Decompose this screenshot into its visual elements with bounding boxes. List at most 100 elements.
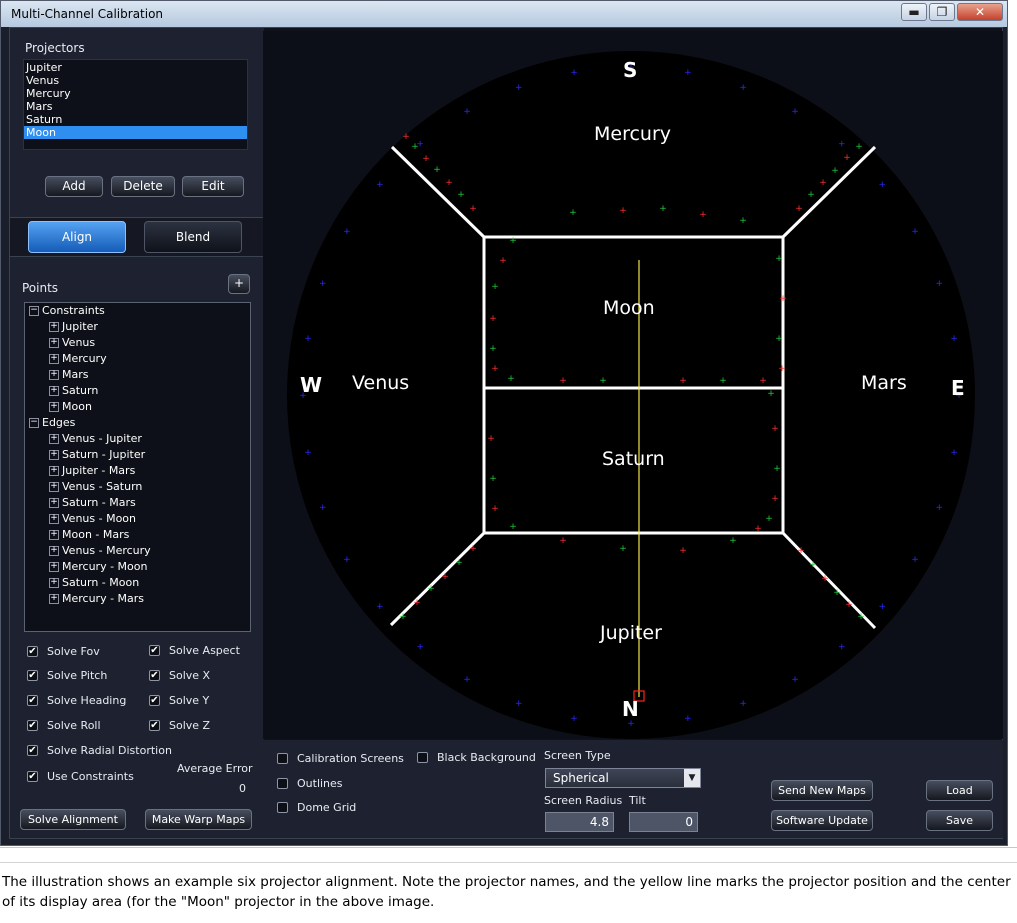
load-button[interactable]: Load — [926, 780, 993, 801]
expand-icon[interactable]: + — [49, 450, 59, 460]
close-icon[interactable]: ✕ — [957, 3, 1003, 21]
solve-fov-checkbox[interactable]: ✔ — [27, 646, 38, 657]
tree-item[interactable]: + Jupiter — [49, 319, 98, 334]
tree-item-label: Venus — [62, 336, 96, 349]
solve-pitch-checkbox[interactable]: ✔ — [27, 670, 38, 681]
solve-alignment-button[interactable]: Solve Alignment — [20, 809, 126, 830]
tree-item-label: Venus - Jupiter — [62, 432, 142, 445]
alignment-point: + — [489, 344, 497, 354]
expand-icon[interactable]: + — [49, 370, 59, 380]
expand-icon[interactable]: + — [49, 402, 59, 412]
expand-icon[interactable]: + — [49, 514, 59, 524]
dome-grid-checkbox[interactable] — [277, 802, 288, 813]
tree-item[interactable]: + Venus — [49, 335, 95, 350]
tree-item[interactable]: + Moon - Mars — [49, 527, 129, 542]
screen-radius-input[interactable]: 4.8 — [545, 812, 614, 832]
minimize-icon[interactable]: ▬ — [901, 3, 927, 21]
maximize-icon[interactable]: ❐ — [929, 3, 955, 21]
alignment-point: + — [878, 602, 886, 612]
save-button[interactable]: Save — [926, 810, 993, 831]
edit-projector-button[interactable]: Edit — [182, 176, 244, 197]
tree-item[interactable]: + Venus - Jupiter — [49, 431, 142, 446]
add-point-button[interactable]: + — [228, 274, 250, 294]
average-error-label: Average Error — [177, 762, 253, 775]
tree-item[interactable]: + Saturn — [49, 383, 98, 398]
collapse-icon[interactable]: − — [29, 418, 39, 428]
expand-icon[interactable]: + — [49, 482, 59, 492]
expand-icon[interactable]: + — [49, 530, 59, 540]
tree-item-label: Mercury - Moon — [62, 560, 148, 573]
expand-icon[interactable]: + — [49, 322, 59, 332]
tree-item[interactable]: + Mars — [49, 367, 89, 382]
solve-x-checkbox[interactable]: ✔ — [149, 670, 160, 681]
projector-item[interactable]: Saturn — [24, 113, 247, 126]
tab-align[interactable]: Align — [28, 221, 126, 253]
projector-item-selected[interactable]: Moon — [24, 126, 247, 139]
alignment-point: + — [759, 376, 767, 386]
tilt-input[interactable]: 0 — [629, 812, 698, 832]
expand-icon[interactable]: + — [49, 434, 59, 444]
tree-item[interactable]: + Mercury - Moon — [49, 559, 147, 574]
screen-type-select[interactable]: Spherical ▼ — [545, 768, 701, 788]
tree-item[interactable]: + Saturn - Mars — [49, 495, 136, 510]
expand-icon[interactable]: + — [49, 546, 59, 556]
tree-item[interactable]: + Saturn - Jupiter — [49, 447, 145, 462]
expand-icon[interactable]: + — [49, 466, 59, 476]
tree-item[interactable]: + Saturn - Moon — [49, 575, 139, 590]
tab-blend[interactable]: Blend — [144, 221, 242, 253]
alignment-point: + — [838, 642, 846, 652]
send-new-maps-button[interactable]: Send New Maps — [771, 780, 873, 801]
tree-item[interactable]: + Mercury - Mars — [49, 591, 144, 606]
solve-roll-checkbox[interactable]: ✔ — [27, 720, 38, 731]
solve-radial-checkbox[interactable]: ✔ — [27, 745, 38, 756]
alignment-point: + — [684, 714, 692, 724]
expand-icon[interactable]: + — [49, 354, 59, 364]
alignment-point: + — [659, 204, 667, 214]
projector-list[interactable]: Jupiter Venus Mercury Mars Saturn Moon — [23, 59, 248, 150]
expand-icon[interactable]: + — [49, 578, 59, 588]
alignment-point: + — [878, 180, 886, 190]
use-constraints-checkbox[interactable]: ✔ — [27, 771, 38, 782]
client-area: Projectors Jupiter Venus Mercury Mars Sa… — [9, 27, 1003, 839]
points-tree[interactable]: − Constraints + Jupiter + Venus + Mercury + M… — [24, 302, 251, 632]
projector-item[interactable]: Jupiter — [24, 61, 247, 74]
solve-y-checkbox[interactable]: ✔ — [149, 695, 160, 706]
calibration-screens-checkbox[interactable] — [277, 753, 288, 764]
projector-item[interactable]: Mars — [24, 100, 247, 113]
alignment-point: + — [729, 536, 737, 546]
make-warp-maps-button[interactable]: Make Warp Maps — [145, 809, 252, 830]
solve-aspect-checkbox[interactable]: ✔ — [149, 645, 160, 656]
tree-item[interactable]: + Jupiter - Mars — [49, 463, 135, 478]
alignment-viewport[interactable]: + + + + + + + + + + + + + + + + + + + + + + + + + + + + + + + + + + + + + + + +… — [263, 31, 1003, 739]
tree-item[interactable]: + Moon — [49, 399, 92, 414]
alignment-point: + — [427, 584, 435, 594]
title-bar[interactable]: Multi-Channel Calibration ▬ ❐ ✕ — [1, 1, 1007, 27]
solve-heading-checkbox[interactable]: ✔ — [27, 695, 38, 706]
solve-z-checkbox[interactable]: ✔ — [149, 720, 160, 731]
software-update-button[interactable]: Software Update — [771, 810, 873, 831]
expand-icon[interactable]: + — [49, 386, 59, 396]
tree-item[interactable]: + Venus - Saturn — [49, 479, 142, 494]
black-background-checkbox[interactable] — [417, 752, 428, 763]
tree-node-constraints[interactable]: − Constraints — [29, 303, 105, 318]
alignment-point: + — [343, 555, 351, 565]
tree-item[interactable]: + Venus - Moon — [49, 511, 136, 526]
alignment-point: + — [509, 236, 517, 246]
add-projector-button[interactable]: Add — [45, 176, 103, 197]
collapse-icon[interactable]: − — [29, 306, 39, 316]
expand-icon[interactable]: + — [49, 594, 59, 604]
expand-icon[interactable]: + — [49, 498, 59, 508]
tree-item[interactable]: + Venus - Mercury — [49, 543, 151, 558]
outlines-checkbox[interactable] — [277, 778, 288, 789]
alignment-point: + — [487, 434, 495, 444]
chevron-down-icon[interactable]: ▼ — [684, 769, 700, 787]
tree-node-edges[interactable]: − Edges — [29, 415, 75, 430]
delete-projector-button[interactable]: Delete — [111, 176, 175, 197]
projector-item[interactable]: Venus — [24, 74, 247, 87]
expand-icon[interactable]: + — [49, 562, 59, 572]
projector-item[interactable]: Mercury — [24, 87, 247, 100]
alignment-point: + — [469, 544, 477, 554]
tree-item[interactable]: + Mercury — [49, 351, 107, 366]
expand-icon[interactable]: + — [49, 338, 59, 348]
alignment-point: + — [843, 153, 851, 163]
